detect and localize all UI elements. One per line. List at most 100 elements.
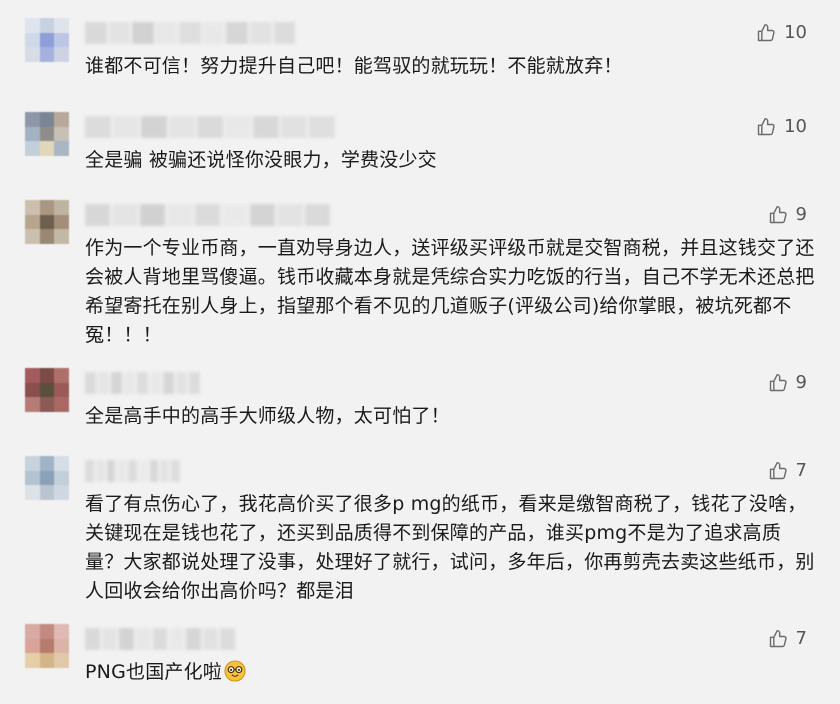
thumbs-up-icon xyxy=(757,23,775,41)
username-pixel xyxy=(85,460,94,482)
username-pixel xyxy=(117,460,127,482)
thumbs-up-icon xyxy=(757,117,775,135)
avatar-pixel xyxy=(25,18,40,33)
username-pixel xyxy=(203,628,219,650)
username-pixel xyxy=(106,460,116,482)
avatar-pixel xyxy=(39,397,55,412)
username-pixel xyxy=(189,372,200,394)
username-pixel xyxy=(139,204,166,226)
comment-text: 全是高手中的高手大师级人物，太可怕了！ xyxy=(85,405,450,427)
avatar-pixel xyxy=(54,18,69,33)
username-pixel xyxy=(85,116,111,138)
username-pixel xyxy=(141,116,167,138)
username-pixel xyxy=(137,372,148,394)
avatar-pixel xyxy=(25,638,40,654)
username-pixel xyxy=(277,204,303,226)
avatar-pixel xyxy=(54,397,69,412)
avatar[interactable] xyxy=(25,624,69,668)
like-button[interactable]: 10 xyxy=(756,116,807,137)
avatar-pixel xyxy=(25,485,40,500)
username-pixel xyxy=(169,628,185,650)
username-pixel xyxy=(160,460,170,482)
username-pixel xyxy=(111,372,122,394)
like-button[interactable]: 7 xyxy=(768,460,807,481)
thumbs-up-icon xyxy=(769,461,787,479)
like-button[interactable]: 10 xyxy=(756,22,807,43)
comment-text-content: PNG也国产化啦 xyxy=(85,661,222,683)
username-pixel xyxy=(186,628,202,650)
username-pixel xyxy=(249,204,276,226)
username-pixel xyxy=(281,116,307,138)
username-pixel xyxy=(222,204,248,226)
username-pixel xyxy=(113,116,139,138)
username-pixel xyxy=(85,204,111,226)
avatar-pixel xyxy=(39,382,55,398)
avatar-pixel xyxy=(25,456,40,471)
avatar-pixel xyxy=(25,368,40,383)
username-pixel xyxy=(101,628,117,650)
username-pixel xyxy=(171,460,181,482)
username-pixel xyxy=(95,460,105,482)
avatar-pixel xyxy=(25,229,40,244)
username-pixel xyxy=(135,628,151,650)
username-pixel xyxy=(112,204,138,226)
like-button[interactable]: 9 xyxy=(768,372,807,393)
like-count: 7 xyxy=(795,628,807,649)
username-pixel xyxy=(150,372,161,394)
username-pixel xyxy=(163,372,174,394)
avatar-pixel xyxy=(39,200,55,215)
username-pixel xyxy=(118,628,134,650)
username-pixel xyxy=(155,22,178,44)
username-blurred[interactable] xyxy=(85,116,335,138)
avatar[interactable] xyxy=(25,18,69,62)
avatar-pixel xyxy=(39,141,55,156)
username-pixel xyxy=(128,460,137,482)
avatar-pixel xyxy=(54,47,69,62)
username-pixel xyxy=(176,372,187,394)
username-blurred[interactable] xyxy=(85,22,296,44)
avatar-pixel xyxy=(39,47,55,62)
username-pixel xyxy=(249,22,272,44)
avatar-pixel xyxy=(39,214,55,230)
username-pixel xyxy=(220,628,236,650)
avatar-pixel xyxy=(39,638,55,654)
username-blurred[interactable] xyxy=(85,204,330,226)
like-button[interactable]: 7 xyxy=(768,628,807,649)
avatar-pixel xyxy=(25,397,40,412)
comment-text: 作为一个专业币商，一直劝导身边人，送评级买评级币就是交智商税，并且这钱交了还会被… xyxy=(85,237,815,346)
avatar-pixel xyxy=(54,382,69,398)
avatar-pixel xyxy=(25,214,40,230)
username-blurred[interactable] xyxy=(85,372,200,394)
avatar-pixel xyxy=(54,638,69,654)
like-button[interactable]: 9 xyxy=(768,204,807,225)
username-blurred[interactable] xyxy=(85,460,181,482)
avatar-pixel xyxy=(25,112,40,127)
like-count: 9 xyxy=(795,204,807,225)
comment-text: 谁都不可信！努力提升自己吧！能驾驭的就玩玩！不能就放弃！ xyxy=(85,55,623,77)
username-pixel xyxy=(304,204,330,226)
avatar-pixel xyxy=(39,456,55,471)
username-pixel xyxy=(85,628,100,650)
avatar[interactable] xyxy=(25,368,69,412)
avatar[interactable] xyxy=(25,112,69,156)
avatar-pixel xyxy=(39,112,55,127)
comment-text: PNG也国产化啦 xyxy=(85,658,815,687)
avatar-pixel xyxy=(39,470,55,486)
avatar-pixel xyxy=(39,229,55,244)
username-blurred[interactable] xyxy=(85,628,236,650)
username-pixel xyxy=(85,372,96,394)
comment-text: 全是骗 被骗还说怪你没眼力，学费没少交 xyxy=(85,149,437,171)
username-pixel xyxy=(138,460,148,482)
username-pixel xyxy=(202,22,225,44)
avatar[interactable] xyxy=(25,200,69,244)
avatar-pixel xyxy=(25,470,40,486)
username-pixel xyxy=(225,116,251,138)
avatar[interactable] xyxy=(25,456,69,500)
like-count: 7 xyxy=(795,460,807,481)
avatar-pixel xyxy=(54,141,69,156)
username-pixel xyxy=(169,116,195,138)
avatar-pixel xyxy=(39,126,55,142)
avatar-pixel xyxy=(54,200,69,215)
username-pixel xyxy=(149,460,159,482)
avatar-pixel xyxy=(39,18,55,33)
